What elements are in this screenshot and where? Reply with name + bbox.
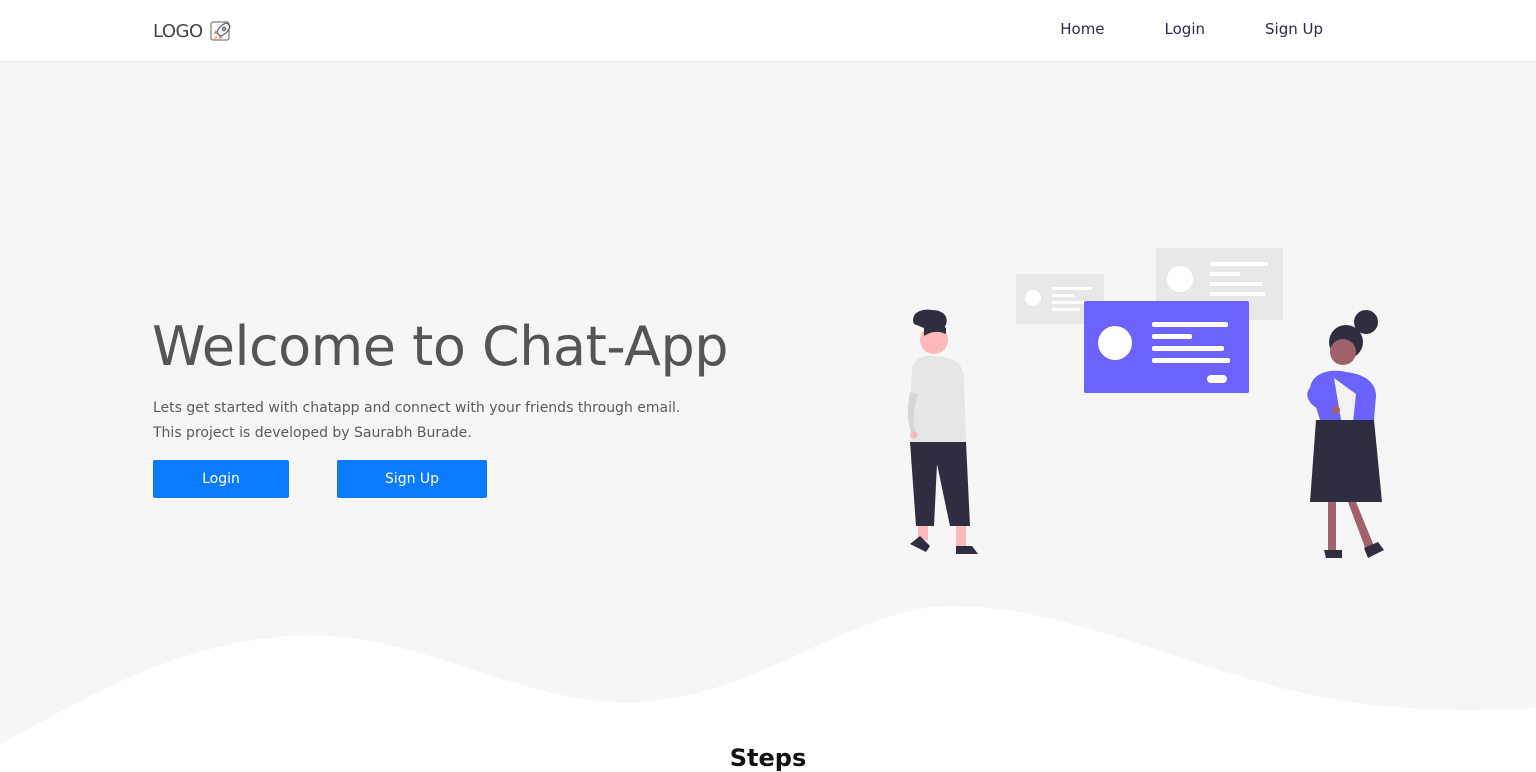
nav-links: Home Login Sign Up [1060, 20, 1323, 38]
nav-link-home[interactable]: Home [1060, 20, 1104, 38]
logo[interactable]: LOGO [153, 19, 233, 43]
chat-card-purple [1084, 301, 1249, 393]
rocket-icon [210, 21, 231, 41]
woman-figure [1307, 310, 1384, 558]
description-line-2: This project is developed by Saurabh Bur… [153, 425, 472, 441]
hero-description: Lets get started with chatapp and connec… [153, 396, 793, 446]
hero-section: Welcome to Chat-App Lets get started wit… [0, 62, 1536, 758]
man-figure [907, 309, 978, 554]
page-title: Welcome to Chat-App [152, 315, 729, 378]
nav-link-login[interactable]: Login [1165, 20, 1205, 38]
steps-heading: Steps [729, 744, 807, 772]
logo-text: LOGO [153, 20, 203, 42]
nav-link-signup[interactable]: Sign Up [1265, 20, 1323, 38]
navbar: LOGO Home Login Sign Up [0, 0, 1536, 62]
description-line-1: Lets get started with chatapp and connec… [153, 400, 681, 416]
signup-button[interactable]: Sign Up [337, 460, 487, 498]
chat-people-illustration [907, 248, 1384, 558]
login-button[interactable]: Login [153, 460, 289, 498]
